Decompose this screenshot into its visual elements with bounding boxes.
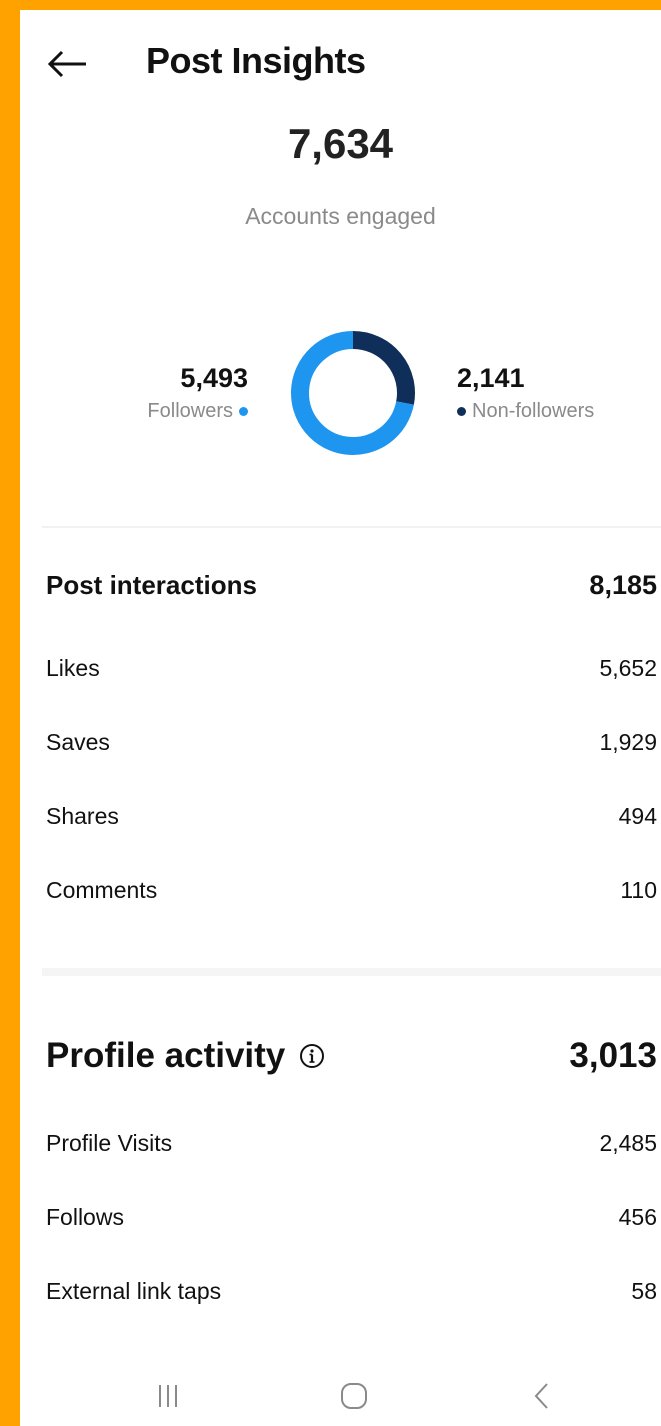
page-title: Post Insights bbox=[146, 40, 366, 81]
audience-donut-chart bbox=[288, 328, 418, 458]
non-followers-label: Non-followers bbox=[472, 400, 595, 422]
back-button[interactable] bbox=[42, 42, 92, 86]
shares-label: Shares bbox=[46, 803, 119, 829]
likes-label: Likes bbox=[46, 655, 100, 681]
non-followers-value: 2,141 bbox=[457, 363, 525, 393]
donut-svg bbox=[291, 331, 415, 455]
followers-legend-label: Followers bbox=[147, 400, 248, 423]
interaction-row-shares: Shares 494 bbox=[46, 803, 657, 830]
interaction-row-saves: Saves 1,929 bbox=[46, 729, 657, 756]
external-link-taps-value: 58 bbox=[631, 1278, 657, 1304]
non-followers-dot bbox=[457, 407, 466, 416]
post-interactions-header[interactable]: Post interactions 8,185 bbox=[46, 570, 657, 601]
follows-value: 456 bbox=[618, 1204, 657, 1230]
profile-activity-total: 3,013 bbox=[569, 1036, 657, 1075]
likes-value: 5,652 bbox=[599, 655, 657, 681]
donut-slice-non-followers bbox=[352, 331, 415, 405]
follows-label: Follows bbox=[46, 1204, 124, 1230]
non-followers-legend-label: Non-followers bbox=[457, 400, 594, 423]
followers-value: 5,493 bbox=[180, 363, 248, 393]
profile-activity-label: Profile activity bbox=[46, 1036, 286, 1075]
profile-activity-title: Profile activity bbox=[46, 1036, 325, 1076]
arrow-left-icon bbox=[47, 50, 86, 78]
home-button[interactable] bbox=[324, 1376, 384, 1416]
top-bar: Post Insights bbox=[20, 10, 661, 120]
activity-row-external-link-taps: External link taps 58 bbox=[46, 1278, 657, 1305]
home-icon bbox=[341, 1383, 367, 1409]
post-interactions-label: Post interactions bbox=[46, 570, 257, 600]
saves-label: Saves bbox=[46, 729, 110, 755]
activity-row-follows: Follows 456 bbox=[46, 1204, 657, 1231]
post-interactions-total: 8,185 bbox=[589, 570, 657, 600]
followers-legend: 5,493 Followers bbox=[147, 363, 248, 423]
profile-visits-label: Profile Visits bbox=[46, 1130, 173, 1156]
section-divider bbox=[42, 526, 661, 528]
saves-value: 1,929 bbox=[599, 729, 657, 755]
section-separator bbox=[42, 968, 661, 976]
profile-visits-value: 2,485 bbox=[599, 1130, 657, 1156]
post-insights-screen: Post Insights 7,634 Accounts engaged 5,4… bbox=[20, 10, 661, 1426]
comments-value: 110 bbox=[620, 877, 657, 903]
system-nav-bar bbox=[20, 1358, 661, 1426]
nav-back-button[interactable] bbox=[512, 1376, 572, 1416]
shares-value: 494 bbox=[618, 803, 657, 829]
followers-label: Followers bbox=[147, 400, 233, 422]
info-icon[interactable] bbox=[299, 1043, 325, 1069]
interaction-row-comments: Comments 110 bbox=[46, 877, 657, 904]
profile-activity-header[interactable]: Profile activity 3,013 bbox=[46, 1036, 657, 1076]
interaction-row-likes: Likes 5,652 bbox=[46, 655, 657, 682]
external-link-taps-label: External link taps bbox=[46, 1278, 222, 1304]
recents-button[interactable] bbox=[138, 1376, 198, 1416]
recents-icon bbox=[159, 1385, 177, 1407]
activity-row-profile-visits: Profile Visits 2,485 bbox=[46, 1130, 657, 1157]
accounts-engaged-label: Accounts engaged bbox=[245, 203, 436, 229]
chevron-left-icon bbox=[534, 1383, 548, 1409]
comments-label: Comments bbox=[46, 877, 158, 903]
followers-dot bbox=[239, 407, 248, 416]
non-followers-legend: 2,141 Non-followers bbox=[457, 363, 594, 423]
accounts-engaged-value: 7,634 bbox=[287, 120, 394, 167]
